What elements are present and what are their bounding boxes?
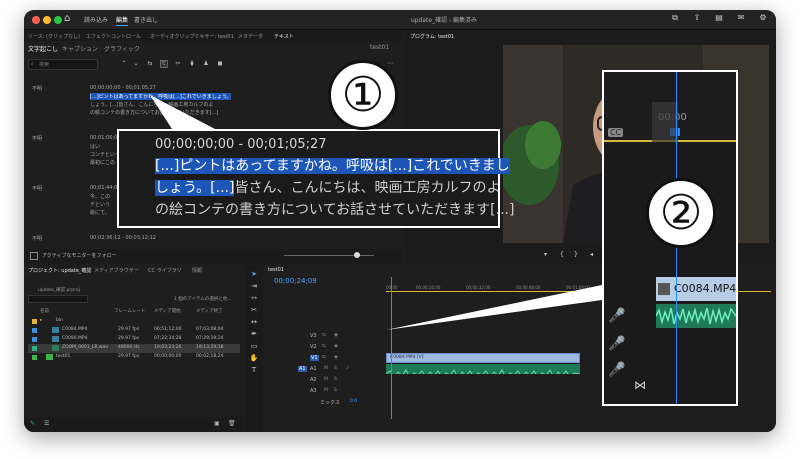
callout2-badge: ② [646,178,716,248]
callout1-pointer [150,95,215,129]
callout1-badge: ① [328,60,398,130]
callout2-pointer [386,285,602,330]
